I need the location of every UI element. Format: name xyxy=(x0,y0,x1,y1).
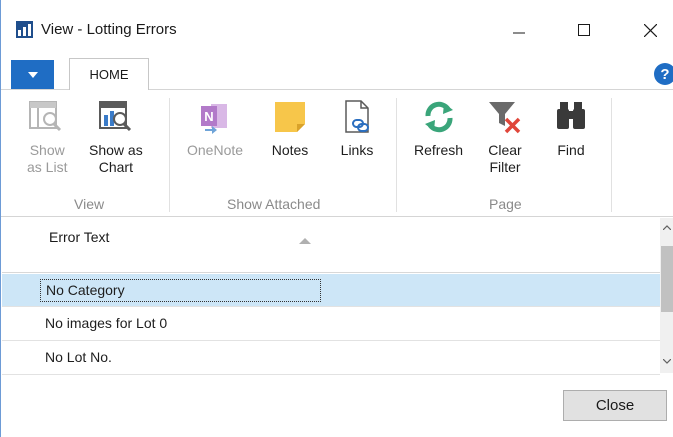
show-as-chart-button[interactable]: Show as Chart xyxy=(89,96,143,176)
error-text-cell: No Category xyxy=(40,279,321,302)
app-menu-button[interactable] xyxy=(11,60,54,89)
notes-icon xyxy=(275,102,305,132)
caret-down-icon xyxy=(27,71,38,78)
group-label-view: View xyxy=(74,196,105,212)
help-icon[interactable]: ? xyxy=(654,63,673,85)
scroll-thumb[interactable] xyxy=(661,246,673,312)
ribbon-separator xyxy=(169,98,170,212)
show-as-list-button[interactable]: Show as List xyxy=(25,96,67,176)
window-title: View - Lotting Errors xyxy=(41,21,177,38)
minimize-icon xyxy=(513,32,525,34)
scroll-down-button[interactable] xyxy=(660,352,673,370)
chevron-down-icon xyxy=(663,358,671,364)
title-bar: View - Lotting Errors xyxy=(1,0,673,58)
clear-filter-icon xyxy=(489,102,521,134)
column-header-error-text[interactable]: Error Text xyxy=(2,218,660,273)
tab-home[interactable]: HOME xyxy=(69,58,149,91)
scroll-up-button[interactable] xyxy=(660,218,673,236)
close-window-button[interactable] xyxy=(627,14,673,46)
table-row[interactable]: No Lot No. xyxy=(2,342,660,375)
clear-filter-button[interactable]: Clear Filter xyxy=(485,96,525,176)
svg-text:N: N xyxy=(204,109,213,124)
app-chart-icon xyxy=(16,21,33,38)
onenote-label: OneNote xyxy=(187,142,244,158)
show-as-list-label: Show as List xyxy=(27,142,68,175)
error-list: Error Text No Category No images for Lot… xyxy=(2,218,660,375)
table-row[interactable]: No images for Lot 0 xyxy=(2,308,660,341)
links-button[interactable]: Links xyxy=(337,96,377,159)
refresh-label: Refresh xyxy=(414,142,464,158)
ribbon-separator xyxy=(396,98,397,212)
table-row[interactable]: No Category xyxy=(2,274,660,307)
column-title: Error Text xyxy=(49,229,110,245)
group-label-show-attached: Show Attached xyxy=(227,196,321,212)
ribbon: Show as List Show as Chart View N OneNot… xyxy=(1,90,673,217)
refresh-button[interactable]: Refresh xyxy=(414,96,463,159)
links-label: Links xyxy=(340,142,374,158)
maximize-icon xyxy=(578,24,590,36)
notes-button[interactable]: Notes xyxy=(270,96,310,159)
onenote-button[interactable]: N OneNote xyxy=(187,96,243,159)
find-button[interactable]: Find xyxy=(551,96,591,159)
link-icon xyxy=(345,100,369,133)
sort-ascending-icon xyxy=(299,238,311,244)
find-label: Find xyxy=(557,142,585,158)
chart-view-icon xyxy=(98,101,131,132)
error-text-cell: No images for Lot 0 xyxy=(45,315,168,331)
clear-filter-label: Clear Filter xyxy=(488,142,522,175)
close-button[interactable]: Close xyxy=(563,390,667,421)
chevron-up-icon xyxy=(663,224,671,230)
vertical-scrollbar[interactable] xyxy=(660,218,673,373)
ribbon-tab-row: HOME ? xyxy=(1,58,673,91)
error-text-cell: No Lot No. xyxy=(45,349,112,365)
list-view-icon xyxy=(29,101,62,132)
maximize-button[interactable] xyxy=(561,14,607,46)
lotting-errors-window: View - Lotting Errors HOME ? Show as Lis… xyxy=(0,0,673,437)
minimize-button[interactable] xyxy=(496,14,542,46)
show-as-chart-label: Show as Chart xyxy=(89,142,143,175)
notes-label: Notes xyxy=(271,142,309,158)
binoculars-icon xyxy=(557,102,585,129)
ribbon-separator xyxy=(611,98,612,212)
onenote-icon: N xyxy=(201,104,228,134)
refresh-icon xyxy=(424,101,453,133)
group-label-page: Page xyxy=(489,196,522,212)
close-icon xyxy=(643,23,657,37)
